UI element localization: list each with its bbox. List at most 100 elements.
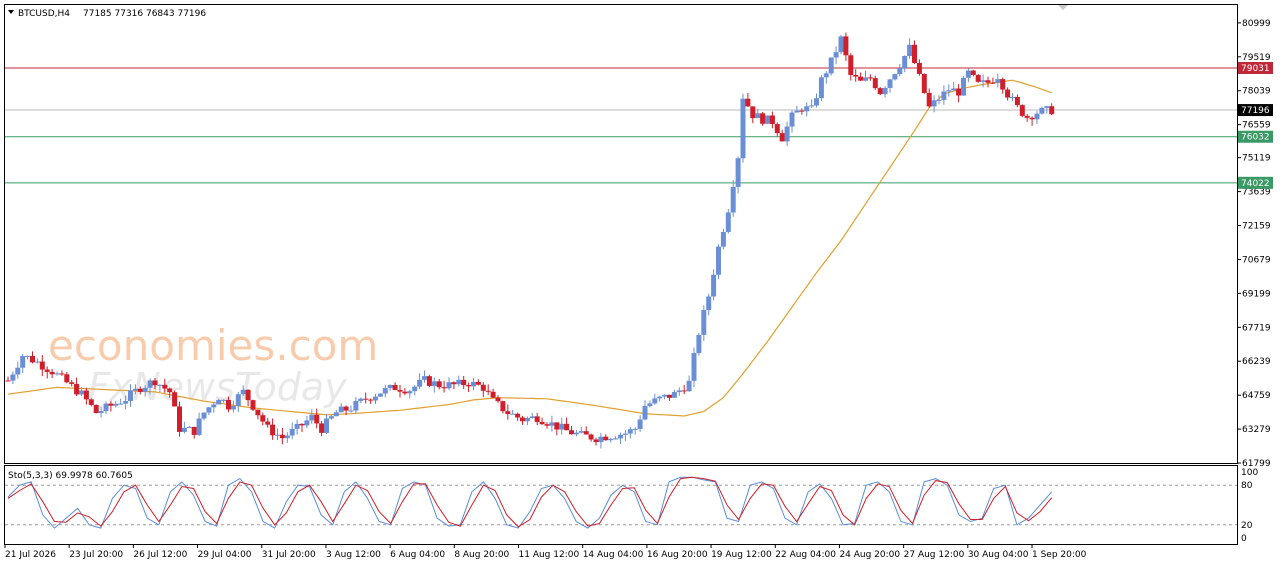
candle-body: [206, 407, 212, 413]
candle-body: [931, 100, 937, 107]
candle-body: [216, 399, 222, 405]
candle-body: [912, 44, 917, 63]
candle-body: [848, 55, 854, 75]
price-tick-label: 63279: [1242, 425, 1271, 435]
chart-canvas: economies.com FxNewsToday BTCUSD,H4 7718…: [4, 4, 1273, 560]
candle-body: [49, 371, 55, 375]
time-tick-label: 26 Jul 12:00: [133, 550, 187, 560]
candle-body: [328, 416, 334, 419]
price-tick-label: 73639: [1242, 188, 1271, 198]
candle-body: [373, 396, 378, 401]
candle-body: [686, 380, 692, 392]
candle-body: [554, 422, 560, 430]
candle-body: [985, 80, 991, 83]
candle-body: [613, 438, 619, 440]
candle-body: [270, 424, 276, 436]
candle-body: [181, 427, 187, 432]
price-tick-label: 75119: [1242, 154, 1271, 164]
price-tick-label: 66239: [1242, 357, 1271, 367]
candle-body: [588, 434, 594, 440]
candle-body: [936, 99, 942, 101]
candle-body: [867, 77, 873, 79]
candle-body: [745, 98, 751, 107]
candle: [725, 208, 731, 234]
level-tag-74022: 74022: [1238, 176, 1273, 189]
candle-body: [671, 392, 677, 398]
candle-body: [750, 106, 756, 119]
candle-body: [324, 418, 329, 433]
candle-body: [59, 373, 65, 375]
candle-body: [240, 389, 246, 395]
candle-body: [603, 436, 609, 441]
candle-body: [1029, 117, 1035, 120]
candle-body: [245, 389, 251, 401]
candle: [765, 115, 770, 124]
time-tick-label: 1 Sep 20:00: [1032, 550, 1087, 560]
candle-body: [804, 106, 810, 112]
price-tick-label: 72159: [1242, 222, 1271, 232]
stochastic-label: Sto(5,3,3) 69.9978 60.7605: [8, 471, 133, 481]
candle-body: [725, 212, 731, 232]
candle-body: [818, 77, 824, 99]
candle-body: [279, 434, 285, 439]
candle-body: [1000, 79, 1006, 90]
level-tag-text: 74022: [1241, 179, 1270, 189]
candle-body: [128, 390, 133, 402]
candle-body: [500, 401, 506, 412]
candle: [828, 57, 834, 76]
candle-body: [863, 77, 868, 81]
candle-body: [392, 385, 398, 390]
candle-body: [657, 396, 663, 399]
candle-body: [54, 373, 60, 375]
candle-body: [995, 79, 1001, 83]
candle-body: [652, 398, 658, 404]
candle-body: [515, 413, 521, 418]
candle-body: [471, 381, 476, 387]
candle-body: [265, 421, 271, 425]
candle-body: [872, 78, 878, 89]
candle-body: [426, 376, 432, 386]
candle-body: [113, 403, 119, 406]
time-tick-label: 21 Jul 2026: [5, 550, 56, 560]
candle-body: [250, 400, 256, 410]
candle-body: [539, 421, 545, 425]
candle-body: [970, 70, 976, 75]
candle-body: [123, 401, 129, 404]
candle-body: [275, 434, 280, 436]
candle-body: [965, 70, 971, 78]
candle: [818, 74, 824, 101]
candle-body: [1049, 106, 1055, 115]
candle-body: [368, 399, 374, 401]
time-tick-label: 27 Aug 12:00: [904, 550, 965, 560]
candle-body: [466, 385, 472, 387]
candle-body: [716, 246, 721, 275]
candle-body: [765, 115, 770, 124]
candle-body: [833, 52, 839, 58]
stochastic-tick-label: 0: [1241, 534, 1247, 544]
candle-body: [30, 356, 35, 363]
candle-body: [495, 397, 501, 402]
candle-body: [980, 80, 986, 82]
candle-body: [299, 423, 305, 426]
candle-body: [201, 412, 207, 419]
candle-body: [451, 382, 457, 385]
candle-body: [431, 381, 437, 386]
time-tick-label: 3 Aug 12:00: [326, 550, 381, 560]
candle-body: [235, 394, 241, 406]
candle-body: [103, 403, 109, 412]
candle-body: [838, 36, 844, 53]
level-tag-79031: 79031: [1238, 61, 1273, 74]
candle-body: [34, 361, 40, 363]
candle-body: [485, 390, 491, 392]
candle-body: [15, 367, 21, 375]
candle-body: [696, 334, 702, 354]
level-tag-77196: 77196: [1238, 104, 1273, 117]
time-tick-label: 14 Aug 04:00: [583, 550, 644, 560]
candle-body: [343, 406, 349, 411]
candle-body: [69, 382, 75, 384]
stochastic-panel-frame: [4, 465, 1238, 545]
candle-body: [789, 112, 795, 127]
candle-body: [529, 416, 535, 418]
candle-body: [637, 419, 643, 429]
candle-body: [809, 105, 815, 107]
